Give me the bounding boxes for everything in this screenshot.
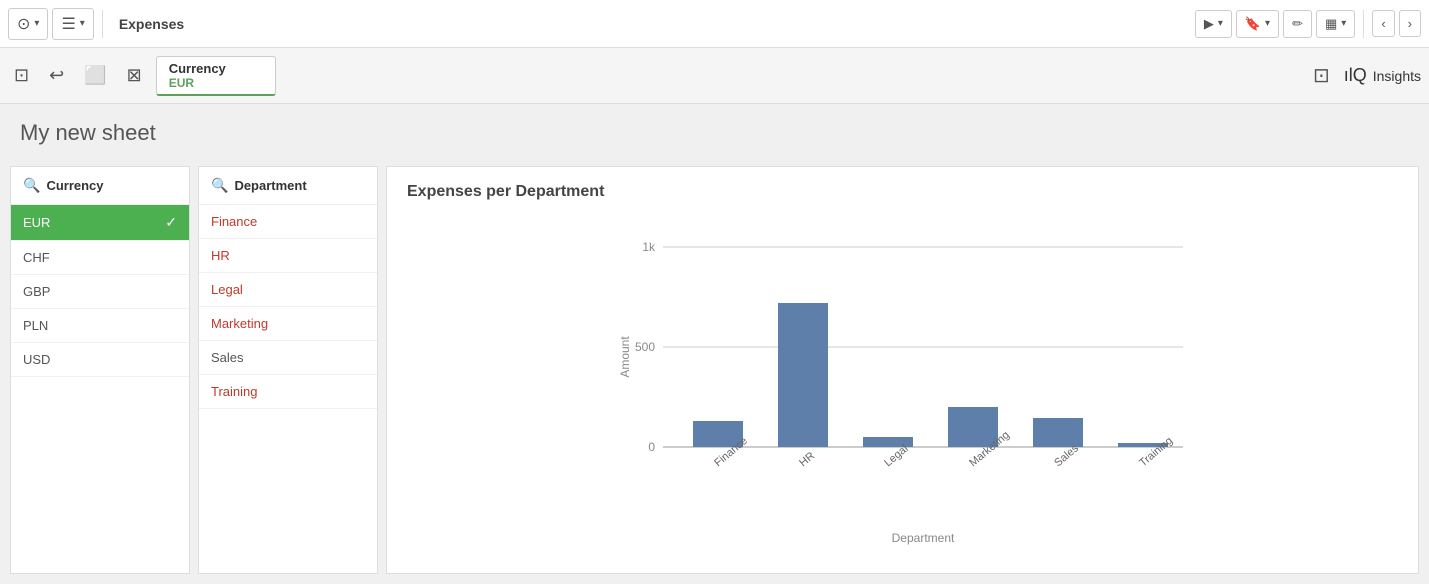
- filter-chip-value: EUR: [169, 76, 263, 90]
- filter-toolbar: ⊡ ↩ ⬜ ⊠ Currency EUR ⊡ ılQ Insights: [0, 48, 1429, 104]
- chart-title: Expenses per Department: [407, 183, 1398, 201]
- department-item-sales[interactable]: Sales: [199, 341, 377, 375]
- list-chevron: ▾: [80, 18, 85, 29]
- select-area-icon: ⊡: [14, 65, 29, 85]
- filter-tools-left: ⊡ ↩ ⬜ ⊠ Currency EUR: [8, 48, 276, 103]
- currency-item-pln[interactable]: PLN: [11, 309, 189, 343]
- bookmark-chevron: ▾: [1265, 18, 1270, 29]
- svg-text:1k: 1k: [642, 240, 656, 254]
- svg-text:Amount: Amount: [618, 336, 632, 378]
- check-icon-eur: ✓: [165, 214, 177, 231]
- pen-icon: ✏: [1292, 16, 1303, 32]
- screen-icon: ▶: [1204, 16, 1214, 32]
- currency-item-chf[interactable]: CHF: [11, 241, 189, 275]
- prev-button[interactable]: ‹: [1372, 10, 1394, 37]
- compass-chevron: ▾: [34, 18, 39, 29]
- currency-panel-header: 🔍 Currency: [11, 167, 189, 205]
- list-icon: ☰: [61, 14, 75, 34]
- insights-button[interactable]: ılQ Insights: [1344, 65, 1421, 86]
- bar-sales: [1033, 418, 1083, 447]
- currency-usd-label: USD: [23, 352, 50, 367]
- chart-icon: ▦: [1325, 16, 1337, 32]
- chart-panel: Expenses per Department 1k 500 0 Amount …: [386, 166, 1419, 574]
- currency-eur-label: EUR: [23, 215, 50, 230]
- currency-item-usd[interactable]: USD: [11, 343, 189, 377]
- separator2: [1363, 10, 1364, 38]
- chart-svg: 1k 500 0 Amount Finance HR Legal: [613, 217, 1193, 557]
- currency-item-gbp[interactable]: GBP: [11, 275, 189, 309]
- next-icon: ›: [1408, 16, 1412, 31]
- next-button[interactable]: ›: [1399, 10, 1421, 37]
- main-content: 🔍 Currency EUR ✓ CHF GBP PLN USD 🔍 Depar…: [0, 156, 1429, 574]
- currency-item-eur[interactable]: EUR ✓: [11, 205, 189, 241]
- chart-chevron: ▾: [1341, 18, 1346, 29]
- currency-search-icon: 🔍: [23, 177, 40, 194]
- select-area-button[interactable]: ⊡: [8, 61, 35, 90]
- sheet-title: My new sheet: [20, 120, 156, 145]
- currency-panel: 🔍 Currency EUR ✓ CHF GBP PLN USD: [10, 166, 190, 574]
- screen-chevron: ▾: [1218, 18, 1223, 29]
- lasso-icon: ↩: [49, 65, 64, 85]
- screen-button[interactable]: ▶ ▾: [1195, 10, 1232, 38]
- currency-pln-label: PLN: [23, 318, 48, 333]
- bar-legal: [863, 437, 913, 447]
- insights-label: Insights: [1373, 68, 1421, 84]
- polygon-icon: ⬜: [84, 65, 106, 85]
- polygon-select-button[interactable]: ⬜: [78, 61, 112, 90]
- department-item-training[interactable]: Training: [199, 375, 377, 409]
- department-panel-title: Department: [234, 178, 306, 193]
- svg-text:Department: Department: [891, 531, 954, 545]
- currency-panel-title: Currency: [46, 178, 103, 193]
- insights-chart-icon: ılQ: [1344, 65, 1367, 86]
- toolbar-right: ▶ ▾ 🔖 ▾ ✏ ▦ ▾ ‹ ›: [1195, 10, 1421, 38]
- lasso-button[interactable]: ↩: [43, 61, 70, 90]
- currency-gbp-label: GBP: [23, 284, 50, 299]
- separator: [102, 10, 103, 38]
- currency-filter-chip[interactable]: Currency EUR: [156, 56, 276, 96]
- filter-toolbar-right: ⊡ ılQ Insights: [1307, 48, 1421, 103]
- chart-button[interactable]: ▦ ▾: [1316, 10, 1355, 38]
- svg-text:HR: HR: [797, 450, 817, 469]
- department-search-icon: 🔍: [211, 177, 228, 194]
- top-toolbar: ⊙ ▾ ☰ ▾ Expenses ▶ ▾ 🔖 ▾ ✏ ▦ ▾ ‹ ›: [0, 0, 1429, 48]
- compass-icon: ⊙: [17, 14, 30, 34]
- bookmark-button[interactable]: 🔖 ▾: [1236, 10, 1279, 38]
- clear-icon: ⊠: [127, 65, 142, 85]
- bookmark-icon: 🔖: [1245, 16, 1261, 32]
- app-name: Expenses: [119, 16, 184, 32]
- compass-button[interactable]: ⊙ ▾: [8, 8, 48, 40]
- department-item-hr[interactable]: HR: [199, 239, 377, 273]
- filter-chip-title: Currency: [169, 61, 263, 76]
- svg-text:0: 0: [648, 440, 655, 454]
- department-item-marketing[interactable]: Marketing: [199, 307, 377, 341]
- prev-icon: ‹: [1381, 16, 1385, 31]
- svg-text:Training: Training: [1137, 435, 1175, 469]
- bar-hr: [778, 303, 828, 447]
- department-item-legal[interactable]: Legal: [199, 273, 377, 307]
- toolbar-left: ⊙ ▾ ☰ ▾ Expenses: [8, 8, 184, 40]
- sheet-title-bar: My new sheet: [0, 104, 1429, 156]
- department-panel: 🔍 Department Finance HR Legal Marketing …: [198, 166, 378, 574]
- list-button[interactable]: ☰ ▾: [52, 8, 93, 40]
- pen-button[interactable]: ✏: [1283, 10, 1312, 38]
- chart-wrapper: 1k 500 0 Amount Finance HR Legal: [407, 217, 1398, 557]
- department-item-finance[interactable]: Finance: [199, 205, 377, 239]
- department-panel-header: 🔍 Department: [199, 167, 377, 205]
- svg-text:500: 500: [634, 340, 654, 354]
- expand-button[interactable]: ⊡: [1307, 59, 1336, 92]
- currency-chf-label: CHF: [23, 250, 50, 265]
- clear-selection-button[interactable]: ⊠: [121, 61, 148, 90]
